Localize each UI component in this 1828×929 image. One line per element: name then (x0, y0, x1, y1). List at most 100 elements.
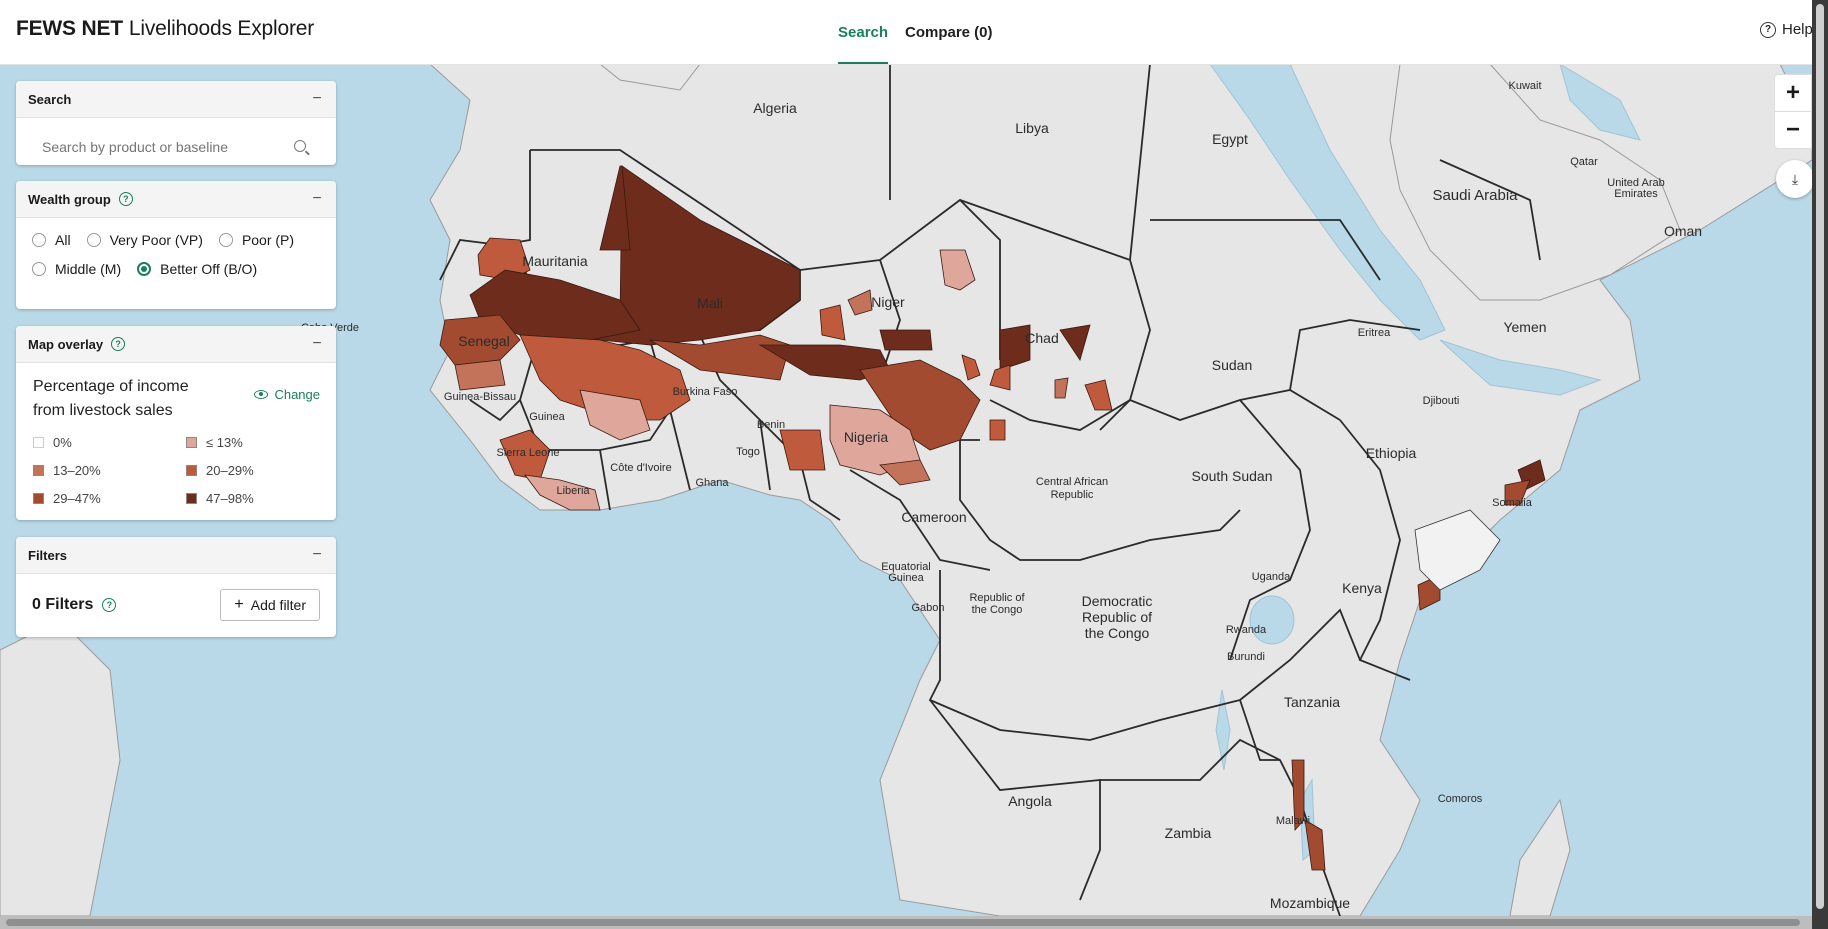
map-label: Sierra Leone (497, 447, 560, 459)
zoom-out-button[interactable]: − (1774, 111, 1812, 149)
map-label: Chad (1025, 330, 1058, 346)
filters-panel: Filters − 0 Filters? + Add filter (16, 537, 336, 637)
brand-logo[interactable]: FEWS NET Livelihoods Explorer (16, 17, 314, 41)
help-label: Help (1782, 21, 1812, 38)
radio-all[interactable]: All (32, 232, 71, 248)
map-label: Egypt (1212, 131, 1248, 147)
map-label: Gabon (911, 602, 944, 614)
wealth-group-title: Wealth group (28, 191, 111, 207)
map-label: Burundi (1227, 651, 1265, 663)
map-label: Benin (757, 419, 785, 431)
map-label: Angola (1008, 793, 1052, 809)
help-link[interactable]: ? Help (1760, 21, 1812, 38)
brand-rest: Livelihoods Explorer (128, 17, 315, 40)
radio-better-off[interactable]: Better Off (B/O) (137, 261, 257, 277)
change-overlay-button[interactable]: Change (254, 387, 320, 402)
map-label: Ghana (695, 477, 729, 489)
legend-item: 0% (33, 435, 186, 450)
eye-icon (254, 390, 269, 399)
radio-middle[interactable]: Middle (M) (32, 261, 121, 277)
top-bar: FEWS NET Livelihoods Explorer Search Comp… (0, 0, 1812, 65)
radio-poor[interactable]: Poor (P) (218, 232, 294, 248)
search-panel-title: Search (28, 91, 72, 107)
map-overlay-title: Map overlay (28, 336, 104, 352)
map-label: Yemen (1503, 319, 1546, 335)
map-label: Democratic (1082, 593, 1153, 609)
plus-icon: + (234, 596, 244, 613)
map-label: Kuwait (1508, 80, 1541, 92)
map-label: Nigeria (844, 429, 889, 445)
search-panel: Search − (16, 81, 336, 165)
collapse-icon[interactable]: − (310, 90, 324, 108)
map-label: Mali (697, 295, 723, 311)
search-input[interactable] (30, 128, 320, 165)
brand-bold: FEWS NET (16, 17, 123, 40)
legend-item: 20–29% (186, 463, 326, 478)
wealth-group-panel: Wealth group? − All Very Poor (VP) Poor … (16, 181, 336, 309)
map-label: Côte d'Ivoire (610, 462, 671, 474)
map-label: Qatar (1570, 156, 1598, 168)
map-label: the Congo (972, 604, 1023, 616)
map-label: Burkina Faso (673, 386, 738, 398)
map-label: Togo (736, 446, 760, 458)
collapse-icon[interactable]: − (310, 190, 324, 208)
app-window: FEWS NET Livelihoods Explorer Search Comp… (0, 0, 1812, 916)
map-label: Oman (1664, 223, 1702, 239)
filters-title: Filters (28, 547, 68, 563)
map-label: Djibouti (1423, 395, 1460, 407)
legend-item: 13–20% (33, 463, 186, 478)
map-overlay-panel: Map overlay? − Percentage of income from… (16, 326, 336, 520)
horizontal-scrollbar[interactable] (0, 916, 1812, 929)
help-icon: ? (1760, 21, 1776, 38)
search-icon[interactable] (294, 140, 306, 152)
map-label: Uganda (1252, 571, 1291, 583)
map-label: Libya (1015, 120, 1049, 136)
help-circle-icon[interactable]: ? (118, 192, 133, 206)
map-label: Republic of (969, 592, 1025, 604)
vertical-scrollbar[interactable] (1812, 0, 1828, 929)
map-label: Senegal (458, 333, 509, 349)
map-label: Comoros (1438, 793, 1483, 805)
map-label: Algeria (753, 100, 797, 116)
map-label: Zambia (1165, 825, 1212, 841)
tab-search[interactable]: Search (838, 0, 889, 64)
legend-item: 47–98% (186, 491, 326, 506)
collapse-icon[interactable]: − (310, 335, 324, 353)
help-circle-icon[interactable]: ? (111, 337, 126, 351)
map-label: Sudan (1212, 357, 1252, 373)
add-filter-button[interactable]: + Add filter (220, 589, 320, 621)
map-label: Guinea-Bissau (444, 391, 516, 403)
map-label: Ethiopia (1366, 445, 1417, 461)
legend-item: 29–47% (33, 491, 186, 506)
radio-very-poor[interactable]: Very Poor (VP) (86, 232, 203, 248)
map-label: Cameroon (901, 509, 966, 525)
download-icon[interactable]: ⤓ (1776, 160, 1812, 198)
help-circle-icon[interactable]: ? (102, 598, 117, 612)
wealth-group-header[interactable]: Wealth group? − (16, 181, 336, 218)
map-label: Liberia (556, 485, 590, 497)
search-panel-header[interactable]: Search − (16, 81, 336, 118)
map-label: Emirates (1614, 188, 1658, 200)
overlay-legend: 0% ≤ 13% 13–20% 20–29% 29–47% 47–98% (33, 435, 320, 506)
map-label: Central African (1036, 476, 1108, 488)
map-label: Saudi Arabia (1432, 187, 1518, 204)
zoom-in-button[interactable]: + (1774, 74, 1812, 112)
map-label: Somalia (1492, 497, 1533, 509)
map-label: the Congo (1085, 625, 1150, 641)
map-label: Mauritania (522, 253, 588, 269)
map-label: Malawi (1276, 815, 1310, 827)
map-label: South Sudan (1192, 468, 1273, 484)
collapse-icon[interactable]: − (310, 546, 324, 564)
map-label: Tanzania (1284, 694, 1340, 710)
filters-header[interactable]: Filters − (16, 537, 336, 574)
map-label: Mozambique (1270, 895, 1350, 911)
map-label: Kenya (1342, 580, 1382, 596)
filters-count: 0 Filters (32, 596, 94, 613)
legend-item: ≤ 13% (186, 435, 326, 450)
map-label: Guinea (888, 572, 924, 584)
tab-compare[interactable]: Compare (0) (905, 0, 993, 64)
map-label: Niger (871, 294, 905, 310)
map-label: Republic (1051, 489, 1094, 501)
map-label: Republic of (1082, 609, 1152, 625)
map-overlay-header[interactable]: Map overlay? − (16, 326, 336, 363)
